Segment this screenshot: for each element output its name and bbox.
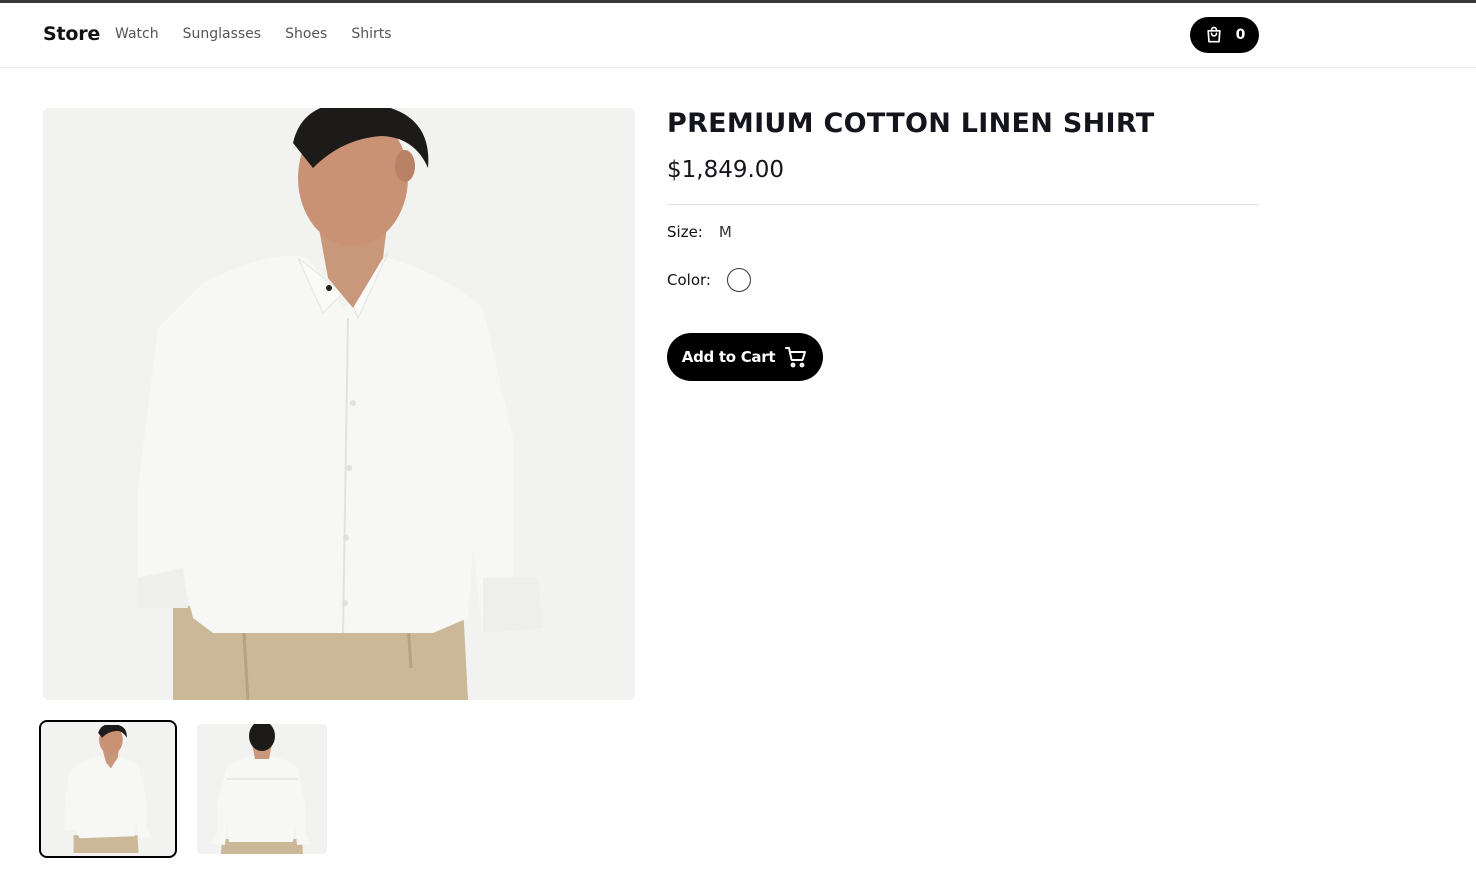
color-label: Color: (667, 271, 711, 289)
thumbnail-front[interactable] (39, 720, 177, 858)
nav-links: Watch Sunglasses Shoes Shirts (115, 26, 392, 42)
main-product-image (43, 108, 635, 700)
nav-link-shoes[interactable]: Shoes (285, 26, 327, 42)
nav-link-watch[interactable]: Watch (115, 26, 159, 42)
cart-button[interactable]: 0 (1190, 17, 1259, 53)
thumbnail-back[interactable] (197, 724, 327, 854)
nav-link-shirts[interactable]: Shirts (351, 26, 391, 42)
product-price: $1,849.00 (667, 157, 785, 183)
color-swatch-white[interactable] (726, 268, 751, 292)
nav-link-sunglasses[interactable]: Sunglasses (183, 26, 261, 42)
shopping-bag-icon (1204, 25, 1224, 45)
size-value[interactable]: M (719, 223, 732, 241)
shopping-cart-icon (784, 345, 808, 369)
size-option: Size: M (667, 223, 732, 241)
brand-logo[interactable]: Store (43, 23, 100, 45)
add-to-cart-button[interactable]: Add to Cart (667, 333, 823, 381)
add-to-cart-label: Add to Cart (681, 348, 776, 366)
color-option: Color: (667, 268, 751, 292)
divider (667, 204, 1259, 205)
cart-count: 0 (1235, 27, 1246, 43)
product-title: PREMIUM COTTON LINEN SHIRT (667, 108, 1155, 139)
size-label: Size: (667, 223, 703, 241)
navbar: Store Watch Sunglasses Shoes Shirts 0 (0, 3, 1476, 68)
